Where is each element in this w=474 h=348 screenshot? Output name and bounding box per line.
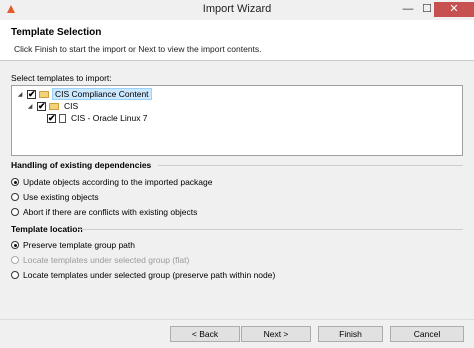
radio-label[interactable]: Update objects according to the imported…: [23, 177, 212, 187]
radio-use-existing[interactable]: Use existing objects: [11, 192, 99, 202]
cancel-button[interactable]: Cancel: [390, 326, 464, 342]
tree-node-cis[interactable]: ◢ ✔ CIS: [26, 100, 80, 112]
wizard-content: Select templates to import: ◢ ✔ CIS Comp…: [0, 61, 474, 319]
radio-label[interactable]: Abort if there are conflicts with existi…: [23, 207, 197, 217]
expander-icon[interactable]: ◢: [16, 91, 24, 98]
divider: [158, 165, 463, 166]
tree-node-label[interactable]: CIS - Oracle Linux 7: [69, 113, 150, 123]
radio-button: [11, 256, 19, 264]
expander-icon[interactable]: ◢: [26, 103, 34, 110]
page-title: Template Selection: [11, 27, 102, 38]
next-button[interactable]: Next >: [241, 326, 311, 342]
page-subtitle: Click Finish to start the import or Next…: [14, 44, 262, 54]
divider: [78, 229, 463, 230]
minimize-button[interactable]: —: [396, 2, 420, 17]
wizard-footer: < Back Next > Finish Cancel: [0, 319, 474, 348]
radio-label[interactable]: Preserve template group path: [23, 240, 135, 250]
checkbox[interactable]: ✔: [27, 89, 36, 99]
radio-button[interactable]: [11, 208, 19, 216]
close-button[interactable]: ✕: [434, 2, 474, 17]
folder-icon: [39, 90, 49, 98]
dependencies-heading: Handling of existing dependencies: [11, 160, 152, 170]
tree-node-cis-oracle-linux-7[interactable]: ✔ CIS - Oracle Linux 7: [36, 112, 150, 124]
radio-label[interactable]: Locate templates under selected group (p…: [23, 270, 275, 280]
back-button[interactable]: < Back: [170, 326, 240, 342]
maximize-button[interactable]: ☐: [420, 2, 434, 17]
radio-locate-flat: Locate templates under selected group (f…: [11, 255, 189, 265]
tree-node-label[interactable]: CIS: [62, 101, 80, 111]
radio-preserve-path[interactable]: Preserve template group path: [11, 240, 135, 250]
tree-label: Select templates to import:: [11, 73, 112, 83]
tree-node-label[interactable]: CIS Compliance Content: [52, 88, 152, 100]
location-heading: Template location: [11, 224, 83, 234]
tree-node-cis-compliance-content[interactable]: ◢ ✔ CIS Compliance Content: [16, 88, 152, 100]
radio-update-objects[interactable]: Update objects according to the imported…: [11, 177, 212, 187]
radio-label[interactable]: Use existing objects: [23, 192, 99, 202]
title-bar: Import Wizard — ☐ ✕: [0, 0, 474, 21]
radio-button[interactable]: [11, 178, 19, 186]
folder-icon: [49, 102, 59, 110]
checkbox[interactable]: ✔: [37, 101, 46, 111]
radio-abort-on-conflicts[interactable]: Abort if there are conflicts with existi…: [11, 207, 197, 217]
radio-button[interactable]: [11, 193, 19, 201]
wizard-header: Template Selection Click Finish to start…: [0, 20, 474, 61]
radio-button[interactable]: [11, 241, 19, 249]
radio-label: Locate templates under selected group (f…: [23, 255, 190, 265]
finish-button[interactable]: Finish: [318, 326, 383, 342]
document-icon: [59, 113, 66, 123]
radio-locate-preserve-path[interactable]: Locate templates under selected group (p…: [11, 270, 275, 280]
template-tree[interactable]: ◢ ✔ CIS Compliance Content ◢ ✔ CIS ✔ CIS…: [11, 85, 463, 156]
radio-button[interactable]: [11, 271, 19, 279]
checkbox[interactable]: ✔: [47, 113, 56, 123]
